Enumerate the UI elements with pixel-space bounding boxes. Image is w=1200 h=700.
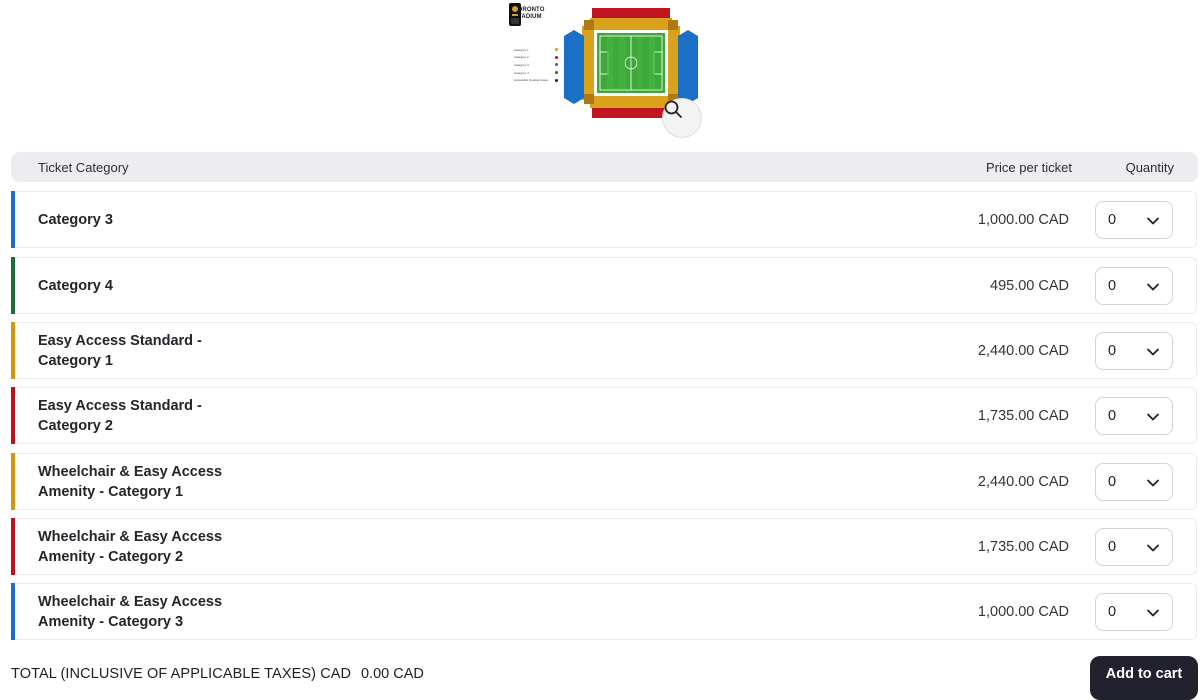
ticket-price: 1,000.00 CAD xyxy=(977,211,1069,228)
category-color-bar xyxy=(11,322,15,379)
category-color-bar xyxy=(11,518,15,575)
ticket-row: Wheelchair & Easy Access Amenity - Categ… xyxy=(11,453,1197,510)
ticket-row: Easy Access Standard - Category 1 2,440.0… xyxy=(11,322,1197,379)
ticket-row: Easy Access Standard - Category 2 1,735.0… xyxy=(11,387,1197,444)
total-label: TOTAL (INCLUSIVE OF APPLICABLE TAXES) CA… xyxy=(11,666,352,682)
legend-item: Category 1 xyxy=(514,46,558,54)
tournament-logo xyxy=(509,3,521,26)
quantity-value: 0 xyxy=(1108,212,1117,228)
ticket-price: 1,735.00 CAD xyxy=(977,538,1069,555)
legend-label: Category 4 xyxy=(514,70,529,75)
column-header-quantity: Quantity xyxy=(1125,160,1174,175)
ticket-price: 2,440.00 CAD xyxy=(977,342,1069,359)
legend-item: Category 2 xyxy=(514,54,558,62)
legend-label: Category 3 xyxy=(514,62,529,67)
quantity-value: 0 xyxy=(1108,539,1117,555)
quantity-select[interactable]: 0 xyxy=(1095,332,1173,370)
ticket-category-name: Easy Access Standard - Category 2 xyxy=(38,397,202,434)
add-to-cart-button[interactable]: Add to cart xyxy=(1090,656,1198,700)
legend-label: Category 1 xyxy=(514,47,529,52)
ticket-price: 1,000.00 CAD xyxy=(977,603,1069,620)
ticket-row: Category 4 495.00 CAD 0 xyxy=(11,257,1197,314)
legend-swatch xyxy=(555,78,558,82)
ticket-category-name: Category 3 xyxy=(38,211,113,228)
ticket-row: Category 3 1,000.00 CAD 0 xyxy=(11,191,1197,248)
legend-swatch xyxy=(555,55,558,59)
chevron-down-icon xyxy=(1147,479,1159,487)
ticket-category-name: Category 4 xyxy=(38,277,113,294)
chevron-down-icon xyxy=(1147,609,1159,617)
ticket-category-name: Wheelchair & Easy Access Amenity - Categ… xyxy=(38,463,223,500)
quantity-value: 0 xyxy=(1108,604,1117,620)
category-color-bar xyxy=(11,387,15,444)
chevron-down-icon xyxy=(1147,413,1159,421)
quantity-select[interactable]: 0 xyxy=(1095,267,1173,305)
stand-top-upper xyxy=(592,8,670,18)
chevron-down-icon xyxy=(1147,217,1159,225)
stand-left-upper xyxy=(564,30,584,104)
stand-bottom-upper xyxy=(592,108,670,118)
legend-swatch xyxy=(555,48,558,52)
quantity-value: 0 xyxy=(1108,278,1117,294)
ticket-price: 2,440.00 CAD xyxy=(977,473,1069,490)
legend-label: Accessible Seating Areas xyxy=(514,78,548,83)
quantity-value: 0 xyxy=(1108,408,1117,424)
chevron-down-icon xyxy=(1147,544,1159,552)
legend-label: Category 2 xyxy=(514,55,529,60)
map-zoom-button[interactable] xyxy=(662,98,702,138)
category-color-bar xyxy=(11,191,15,248)
legend-swatch xyxy=(555,71,558,75)
stand-bottom-lower xyxy=(590,96,672,108)
quantity-select[interactable]: 0 xyxy=(1095,201,1173,239)
category-color-bar xyxy=(11,257,15,314)
column-header-price: Price per ticket xyxy=(986,160,1072,175)
ticket-category-name: Easy Access Standard - Category 1 xyxy=(38,332,202,369)
ticket-price: 495.00 CAD xyxy=(990,277,1069,294)
legend-item: Category 4 xyxy=(514,69,558,77)
quantity-select[interactable]: 0 xyxy=(1095,463,1173,501)
stand-right-upper xyxy=(678,30,698,104)
legend-item: Accessible Seating Areas xyxy=(514,76,558,84)
ticket-category-name: Wheelchair & Easy Access Amenity - Categ… xyxy=(38,528,223,565)
quantity-value: 0 xyxy=(1108,474,1117,490)
quantity-select[interactable]: 0 xyxy=(1095,528,1173,566)
chevron-down-icon xyxy=(1147,348,1159,356)
search-icon xyxy=(664,100,682,118)
stadium-map: TORONTO STADIUM Category 1 Category 2 Cate… xyxy=(508,2,704,138)
quantity-select[interactable]: 0 xyxy=(1095,397,1173,435)
total-value: 0.00 CAD xyxy=(361,666,424,682)
legend-swatch xyxy=(555,63,558,67)
ticket-price: 1,735.00 CAD xyxy=(977,407,1069,424)
ticket-row: Wheelchair & Easy Access Amenity - Categ… xyxy=(11,518,1197,575)
category-color-bar xyxy=(11,453,15,510)
ticket-row: Wheelchair & Easy Access Amenity - Categ… xyxy=(11,583,1197,640)
legend-item: Category 3 xyxy=(514,61,558,69)
category-color-bar xyxy=(11,583,15,640)
map-legend: Category 1 Category 2 Category 3 Category 4… xyxy=(514,46,558,84)
ticket-category-name: Wheelchair & Easy Access Amenity - Categ… xyxy=(38,593,223,630)
chevron-down-icon xyxy=(1147,283,1159,291)
ticket-table-header: Ticket Category Price per ticket Quantit… xyxy=(11,152,1198,182)
stand-top-lower xyxy=(590,18,672,30)
quantity-value: 0 xyxy=(1108,343,1117,359)
quantity-select[interactable]: 0 xyxy=(1095,593,1173,631)
column-header-category: Ticket Category xyxy=(38,160,129,175)
